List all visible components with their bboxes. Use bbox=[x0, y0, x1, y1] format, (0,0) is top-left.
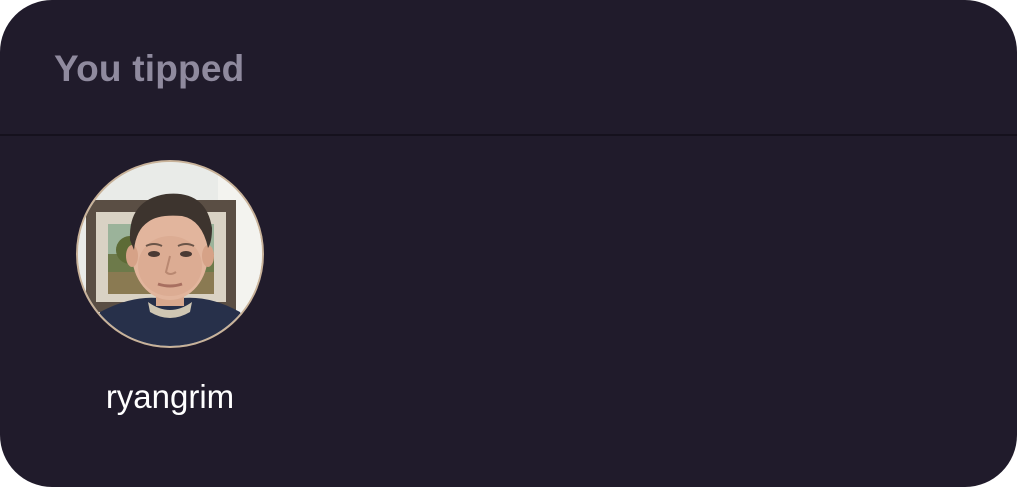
recipient-username[interactable]: ryangrim bbox=[74, 378, 266, 416]
card-title: You tipped bbox=[54, 48, 245, 89]
avatar[interactable] bbox=[76, 160, 264, 348]
recipient-item[interactable]: ryangrim bbox=[74, 160, 266, 416]
card-header: You tipped bbox=[0, 0, 1017, 136]
user-photo-avatar-icon bbox=[78, 162, 262, 346]
tips-card: You tipped ryangrim bbox=[0, 0, 1017, 487]
